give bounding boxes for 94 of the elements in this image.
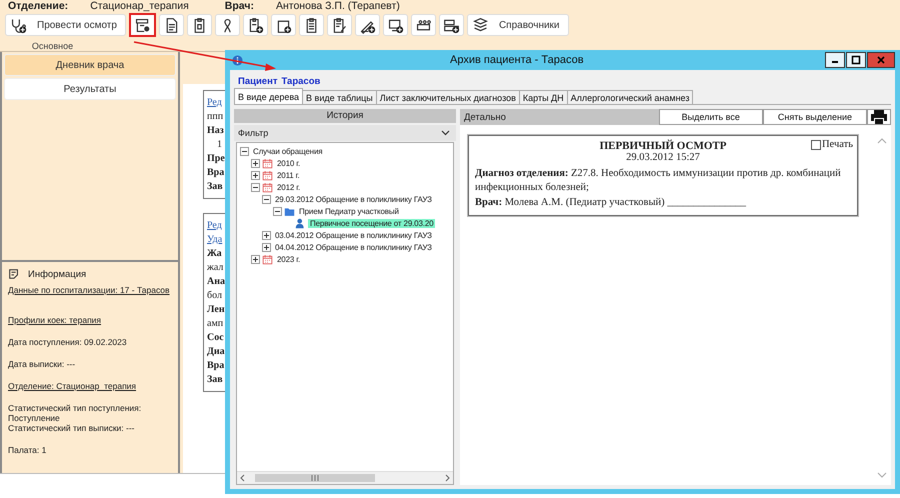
maximize-icon <box>851 55 861 65</box>
expand-icon[interactable] <box>262 230 271 240</box>
folder-icon <box>284 206 295 216</box>
tree-item[interactable]: 03.04.2012 Обращение в поликлинику ГАУЗ <box>273 230 434 240</box>
tab[interactable]: В виде дерева <box>234 88 304 104</box>
info-text: Палата: 1 <box>8 445 48 455</box>
toolbar-button[interactable]: Снять выделение <box>762 109 867 125</box>
scroll-right-icon[interactable] <box>443 474 451 482</box>
print-button[interactable] <box>867 109 891 125</box>
tree-item[interactable]: 29.03.2012 Обращение в поликлинику ГАУЗ <box>273 194 434 204</box>
tree-item[interactable]: 2011 г. <box>275 170 302 180</box>
info-link[interactable]: Профили коек: терапия <box>8 315 172 325</box>
window-title: Архив пациента - Тарасов <box>450 54 584 66</box>
info-title: Информация <box>28 268 86 280</box>
tab[interactable]: В виде таблицы <box>302 90 377 104</box>
tree-item[interactable]: Случаи обращения <box>251 146 324 156</box>
journal-text: 1 <box>216 139 223 150</box>
department-value: Стационар_терапия <box>90 0 189 12</box>
grip-icon <box>311 475 319 481</box>
sidebar-tab[interactable]: Дневник врача <box>4 54 176 76</box>
expand-icon[interactable] <box>251 254 260 264</box>
tree-item[interactable]: 2023 г. <box>275 254 302 264</box>
filter-dropdown[interactable]: Фильтр <box>234 125 456 141</box>
collapse-icon[interactable] <box>251 182 260 192</box>
journal-text: Сос <box>207 332 225 343</box>
minimize-button[interactable] <box>825 52 845 68</box>
journal-text: Вра <box>207 360 226 371</box>
close-icon <box>876 55 886 65</box>
journal-text: Пре <box>207 153 226 164</box>
tab[interactable]: Карты ДН <box>518 90 568 104</box>
info-icon <box>232 54 243 66</box>
patient-label: Пациент <box>238 76 278 86</box>
journal-text: Ана <box>207 276 226 287</box>
note-pen-icon <box>8 268 20 280</box>
toolbar-icon-button[interactable] <box>128 13 156 37</box>
tree-item[interactable]: 2010 г. <box>275 158 302 168</box>
journal-text: амп <box>207 318 224 329</box>
expand-icon[interactable] <box>262 242 271 252</box>
toolbar-button[interactable]: Справочники <box>466 14 569 36</box>
document-text: Диагноз отделения: Z27.8. Необходимость иммунизации против др. комбинаций инфекционных болезней; <box>475 167 842 194</box>
calendar-icon <box>262 170 273 180</box>
tab[interactable]: Аллергологический анамнез <box>566 90 694 104</box>
document-text: Врач: Молева А.М. (Педиатр участковый) _______________ <box>475 196 748 210</box>
doctor-value: Антонова З.П. (Терапевт) <box>276 0 400 12</box>
close-button[interactable] <box>867 52 895 68</box>
scroll-left-icon[interactable] <box>239 474 247 482</box>
journal-text: Диа <box>207 346 226 357</box>
horizontal-scrollbar[interactable] <box>237 471 453 484</box>
info-text: Статистический тип поступления: Поступление <box>8 403 142 423</box>
tree-item[interactable]: 04.04.2012 Обращение в поликлинику ГАУЗ <box>273 242 434 252</box>
toolbar-button[interactable]: Выделить все <box>658 109 763 125</box>
department-label: Отделение: <box>8 0 68 12</box>
stethoscope-icon <box>10 16 27 34</box>
calendar-icon <box>262 158 273 168</box>
collapse-icon[interactable] <box>262 194 271 204</box>
collapse-icon[interactable] <box>273 206 282 216</box>
journal-text: Наз <box>207 125 225 136</box>
info-link[interactable]: Отделение: Стационар_терапия <box>8 381 172 391</box>
calendar-icon <box>262 254 273 264</box>
journal-text: бол <box>207 290 223 301</box>
journal-text: ппп <box>207 111 224 122</box>
expand-icon[interactable] <box>251 170 260 180</box>
journal-text: Зав <box>207 181 224 192</box>
print-checkbox[interactable]: Печать <box>810 139 853 150</box>
detail-header: Детально <box>463 112 507 122</box>
journal-text: Вра <box>207 167 226 178</box>
maximize-button[interactable] <box>846 52 866 68</box>
toolbar-button[interactable]: Провести осмотр <box>5 14 126 36</box>
journal-text: Зав <box>207 374 224 385</box>
toolbar-group-label: Основное <box>30 41 74 51</box>
history-header: История <box>234 109 456 123</box>
info-text: Дата поступления: 09.02.2023 <box>8 337 128 347</box>
books-icon <box>472 16 489 34</box>
collapse-icon[interactable] <box>240 146 249 156</box>
tree-item[interactable]: Прием Педиатр участковый <box>297 206 401 216</box>
tab[interactable]: Лист заключительных диагнозов <box>376 90 520 104</box>
person-icon <box>295 218 306 228</box>
patient-name: Тарасов <box>281 76 320 86</box>
tree-item[interactable]: 2012 г. <box>275 182 302 192</box>
info-text: Статистический тип выписки: --- <box>8 423 136 433</box>
sidebar-tab[interactable]: Результаты <box>4 78 176 100</box>
archive-person-icon <box>134 16 151 34</box>
calendar-icon <box>262 182 273 192</box>
journal-text: Жа <box>207 248 223 259</box>
info-text: Дата выписки: --- <box>8 359 76 369</box>
document-title: ПЕРВИЧНЫЙ ОСМОТР <box>598 140 728 152</box>
tree-item[interactable]: Первичное посещение от 29.03.20 <box>308 218 436 228</box>
journal-text: Лен <box>207 304 226 315</box>
expand-icon[interactable] <box>251 158 260 168</box>
doctor-label: Врач: <box>224 0 254 12</box>
chevron-down-icon <box>441 130 450 136</box>
journal-text: жал <box>207 262 224 273</box>
info-link[interactable]: Данные по госпитализации: 17 - Тарасов <box>8 285 172 295</box>
document-date: 29.03.2012 15:27 <box>625 152 701 163</box>
